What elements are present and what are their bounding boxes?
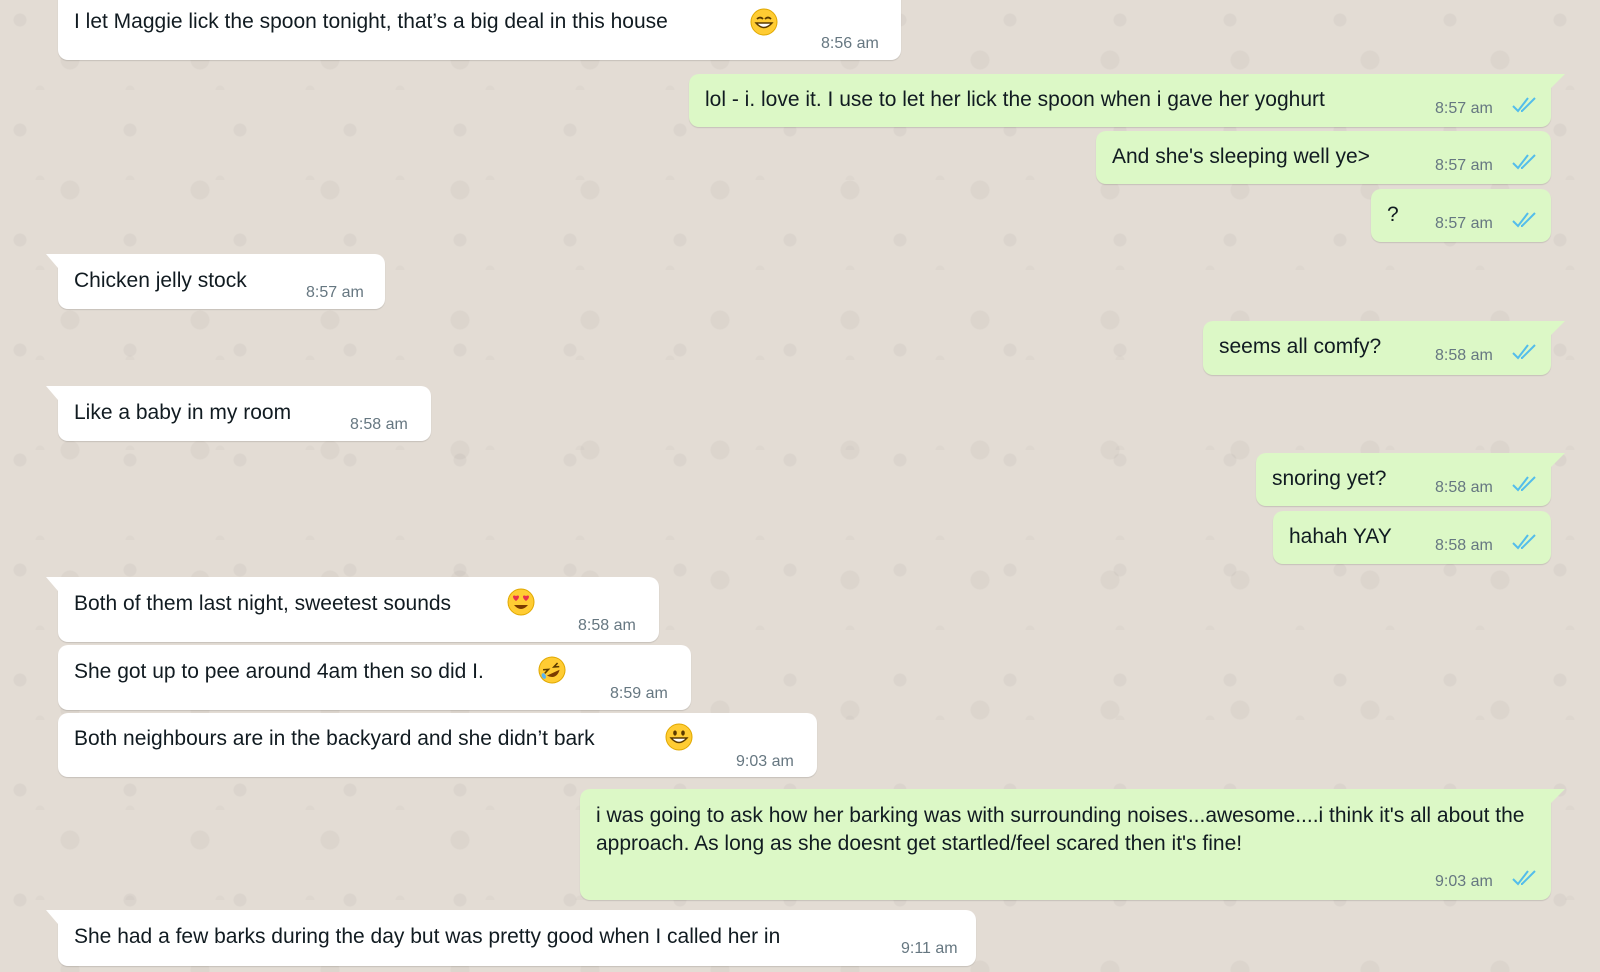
outgoing-message[interactable]: snoring yet? 8:58 am — [1256, 453, 1565, 506]
message-time: 8:57 am — [1435, 215, 1493, 232]
outgoing-message[interactable]: i was going to ask how her barking was w… — [580, 789, 1565, 900]
outgoing-message[interactable]: hahah YAY 8:58 am — [1273, 511, 1551, 564]
grinning-face-emoji-icon — [665, 723, 693, 751]
double-check-read-icon — [1512, 212, 1536, 228]
double-check-read-icon — [1512, 344, 1536, 360]
message-text: She got up to pee around 4am then so did… — [74, 660, 484, 683]
message-time: 8:57 am — [306, 284, 364, 301]
incoming-message[interactable]: I let Maggie lick the spoon tonight, tha… — [58, 0, 901, 60]
incoming-message[interactable]: Both neighbours are in the backyard and … — [58, 713, 817, 777]
message-time: 8:58 am — [350, 416, 408, 433]
message-time: 8:58 am — [1435, 347, 1493, 364]
heart-eyes-face-emoji-icon — [507, 588, 535, 616]
incoming-message[interactable]: She had a few barks during the day but w… — [46, 910, 976, 966]
message-text: seems all comfy? — [1219, 335, 1382, 358]
incoming-message[interactable]: Chicken jelly stock 8:57 am — [46, 254, 385, 309]
double-check-read-icon — [1512, 476, 1536, 492]
outgoing-message[interactable]: ? 8:57 am — [1371, 189, 1551, 242]
message-time: 9:11 am — [901, 940, 958, 957]
message-text: Both neighbours are in the backyard and … — [74, 727, 595, 750]
grinning-face-with-smiling-eyes-emoji-icon — [750, 8, 778, 36]
message-time: 8:57 am — [1435, 100, 1493, 117]
message-text: ? — [1387, 203, 1399, 226]
message-text: Chicken jelly stock — [74, 269, 247, 292]
message-text: hahah YAY — [1289, 525, 1392, 548]
incoming-message[interactable]: Both of them last night, sweetest sounds… — [46, 577, 659, 642]
message-time: 8:58 am — [578, 617, 636, 634]
message-text: Both of them last night, sweetest sounds — [74, 592, 452, 615]
outgoing-message[interactable]: And she's sleeping well ye> 8:57 am — [1096, 131, 1551, 184]
message-text: lol - i. love it. I use to let her lick … — [705, 88, 1325, 111]
double-check-read-icon — [1512, 870, 1536, 886]
double-check-read-icon — [1512, 534, 1536, 550]
incoming-message[interactable]: She got up to pee around 4am then so did… — [58, 645, 691, 710]
message-time: 8:59 am — [610, 685, 668, 702]
incoming-message[interactable]: Like a baby in my room 8:58 am — [46, 386, 431, 441]
message-text: Like a baby in my room — [74, 401, 292, 424]
message-time: 8:57 am — [1435, 157, 1493, 174]
double-check-read-icon — [1512, 154, 1536, 170]
message-time: 8:56 am — [821, 35, 879, 52]
message-time: 9:03 am — [1435, 873, 1493, 890]
message-text: i was going to ask how her barking was w… — [596, 804, 1525, 855]
double-check-read-icon — [1512, 97, 1536, 113]
message-time: 8:58 am — [1435, 479, 1493, 496]
message-text: She had a few barks during the day but w… — [74, 925, 781, 948]
rolling-on-floor-laughing-emoji-icon — [538, 656, 566, 684]
message-text: I let Maggie lick the spoon tonight, tha… — [74, 10, 668, 33]
message-text: And she's sleeping well ye> — [1112, 145, 1370, 168]
outgoing-message[interactable]: seems all comfy? 8:58 am — [1203, 321, 1565, 375]
message-time: 8:58 am — [1435, 537, 1493, 554]
message-list[interactable]: I let Maggie lick the spoon tonight, tha… — [0, 0, 1600, 972]
message-time: 9:03 am — [736, 753, 794, 770]
message-text: snoring yet? — [1272, 467, 1387, 490]
outgoing-message[interactable]: lol - i. love it. I use to let her lick … — [689, 74, 1565, 127]
